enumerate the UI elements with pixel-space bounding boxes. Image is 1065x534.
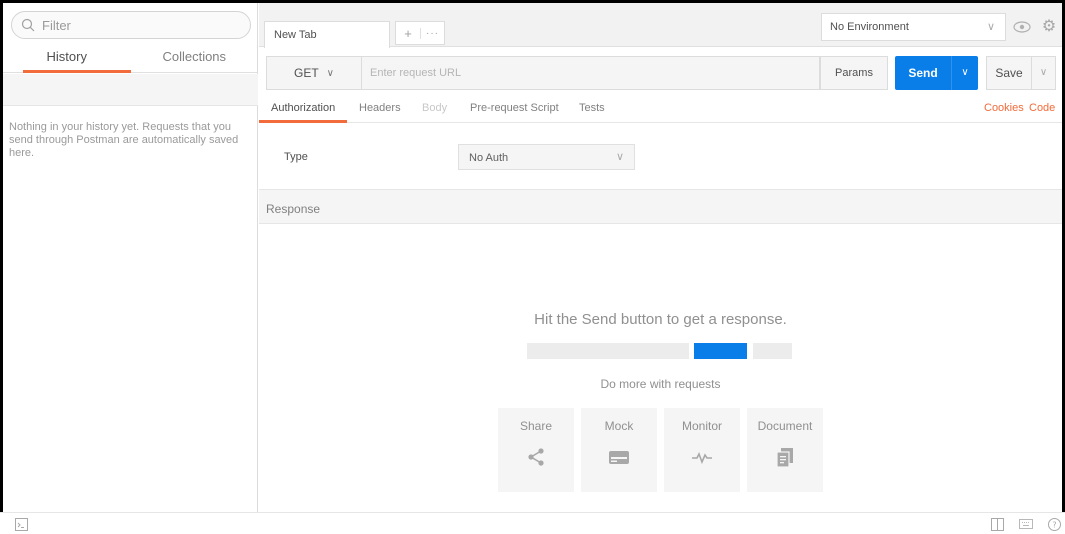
document-card[interactable]: Document — [747, 408, 823, 492]
method-select[interactable]: GET ∨ — [267, 57, 362, 89]
manage-environments-button[interactable]: ⚙ — [1038, 13, 1060, 39]
monitor-icon — [692, 452, 712, 465]
tab-authorization[interactable]: Authorization — [271, 102, 335, 114]
keyboard-shortcuts-button[interactable] — [1019, 517, 1033, 531]
filter-input[interactable] — [42, 17, 232, 33]
console-icon — [14, 517, 28, 531]
mock-icon — [609, 451, 629, 464]
active-tab-indicator — [259, 120, 347, 123]
chevron-down-icon: ∨ — [326, 67, 334, 79]
card-label: Monitor — [681, 419, 722, 433]
cookies-link[interactable]: Cookies — [984, 102, 1024, 114]
environment-value: No Environment — [830, 21, 909, 33]
sidebar: History Collections Nothing in your hist… — [3, 3, 258, 512]
auth-type-label: Type — [284, 151, 308, 163]
tab-body[interactable]: Body — [422, 102, 447, 114]
card-label: Share — [519, 419, 553, 433]
environment-select[interactable]: No Environment ∨ — [821, 13, 1006, 41]
environment-quick-look-button[interactable] — [1011, 15, 1033, 39]
request-tab[interactable]: New Tab — [264, 21, 390, 48]
placeholder-bar-highlight — [694, 343, 747, 359]
mock-card[interactable]: Mock — [581, 408, 657, 492]
svg-text:?: ? — [1052, 520, 1056, 529]
sidebar-tabs: History Collections — [3, 43, 258, 73]
response-hint: Hit the Send button to get a response. — [534, 311, 787, 328]
save-button[interactable]: Save ∨ — [986, 56, 1056, 90]
do-more-heading: Do more with requests — [600, 377, 721, 391]
tab-prerequest-script[interactable]: Pre-request Script — [470, 102, 559, 114]
request-subtabs: Authorization Headers Body Pre-request S… — [259, 98, 1062, 123]
code-link[interactable]: Code — [1029, 102, 1055, 114]
two-pane-toggle[interactable] — [990, 517, 1004, 531]
placeholder-bar — [753, 343, 792, 359]
tab-collections[interactable]: Collections — [131, 43, 259, 72]
tab-bar: New Tab + ··· No Environment ∨ ⚙ — [259, 3, 1062, 48]
eye-icon — [1013, 21, 1031, 33]
save-label: Save — [995, 66, 1023, 80]
more-tabs-button[interactable]: ··· — [420, 27, 444, 39]
card-label: Mock — [604, 419, 634, 433]
send-button[interactable]: Send ∨ — [895, 56, 978, 90]
send-label: Send — [908, 66, 938, 80]
filter-box[interactable] — [11, 11, 251, 39]
params-button[interactable]: Params — [820, 56, 888, 90]
history-empty-message: Nothing in your history yet. Requests th… — [9, 121, 239, 159]
gear-icon: ⚙ — [1041, 18, 1057, 35]
url-input[interactable] — [362, 57, 819, 89]
help-icon: ? — [1047, 517, 1061, 531]
keyboard-icon — [1019, 519, 1033, 529]
auth-type-value: No Auth — [469, 152, 509, 164]
two-pane-icon — [990, 517, 1004, 531]
placeholder-bar — [527, 343, 689, 359]
monitor-card[interactable]: Monitor — [664, 408, 740, 492]
new-tab-button[interactable]: + — [396, 26, 420, 41]
help-button[interactable]: ? — [1047, 517, 1061, 531]
chevron-down-icon: ∨ — [615, 151, 624, 163]
card-label: Document — [757, 419, 813, 433]
search-icon — [20, 17, 36, 33]
main-panel: New Tab + ··· No Environment ∨ ⚙ GET ∨ P… — [259, 3, 1062, 512]
sidebar-toolbar — [3, 74, 258, 106]
auth-type-select[interactable]: No Auth ∨ — [458, 144, 635, 170]
tab-headers[interactable]: Headers — [359, 102, 401, 114]
chevron-down-icon: ∨ — [986, 21, 995, 33]
send-options-chevron-icon[interactable]: ∨ — [951, 56, 978, 90]
method-value: GET — [294, 66, 319, 80]
share-icon — [528, 448, 544, 466]
tab-history[interactable]: History — [3, 43, 131, 73]
console-button[interactable] — [14, 517, 28, 531]
save-options-chevron-icon[interactable]: ∨ — [1031, 57, 1055, 89]
url-bar: GET ∨ — [266, 56, 820, 90]
share-card[interactable]: Share — [498, 408, 574, 492]
tab-tests[interactable]: Tests — [579, 102, 605, 114]
document-icon — [776, 448, 793, 468]
status-bar: ? — [0, 512, 1065, 534]
response-header: Response — [259, 189, 1062, 224]
tab-actions: + ··· — [395, 21, 445, 45]
